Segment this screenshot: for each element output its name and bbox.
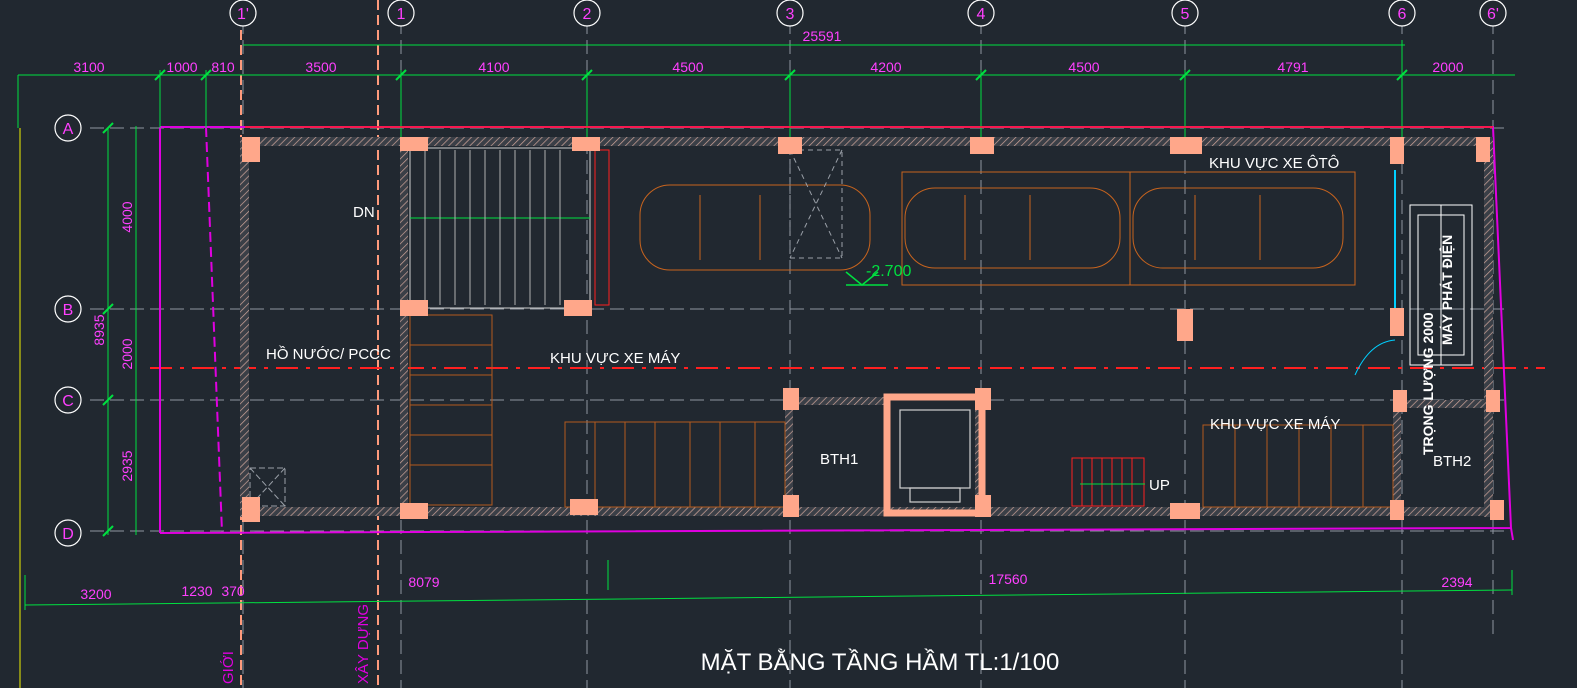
grid-label-col-6p: 6' <box>1487 6 1499 23</box>
grid-bubbles-left <box>54 114 82 547</box>
stair-up <box>1071 457 1145 507</box>
dim-top-2: 1000 <box>166 59 197 75</box>
dim-top-3: 810 <box>211 59 235 75</box>
grid-label-col-1: 1 <box>397 6 406 23</box>
dim-bottom-6: 2394 <box>1441 574 1472 590</box>
grid-label-col-1p: 1' <box>237 6 249 23</box>
dim-top-total: 25591 <box>803 28 842 44</box>
stair-down <box>409 147 610 309</box>
label-up: UP <box>1149 477 1170 494</box>
dim-bottom-4: 8079 <box>408 574 439 590</box>
grid-bubbles-top <box>229 0 1507 27</box>
grid-label-row-a: A <box>63 121 74 138</box>
label-equipment: TRỌNG LƯỢNG 2000 <box>1420 312 1436 455</box>
setback-lines <box>240 0 379 688</box>
elevator <box>883 393 986 517</box>
dim-top-10: 2000 <box>1432 59 1463 75</box>
grid-label-row-c: C <box>62 393 74 410</box>
grid-label-col-6: 6 <box>1398 6 1407 23</box>
dim-left-2: 2000 <box>119 338 135 369</box>
label-wc1: BTH1 <box>820 451 858 468</box>
label-down: DN <box>353 204 375 221</box>
label-moto-area-1: KHU VỰC XE MÁY <box>550 350 680 367</box>
dim-top-1: 3100 <box>73 59 104 75</box>
motorbike-slots <box>409 314 1394 508</box>
dim-bottom-2: 1230 <box>181 583 212 599</box>
label-moto-area-2: KHU VỰC XE MÁY <box>1210 416 1340 433</box>
dim-left-1: 4000 <box>119 201 135 232</box>
floor-plan-drawing: 1' 1 2 3 4 5 6 6' A B C D 25591 3100 100… <box>17 0 1545 688</box>
drawing-title: MẶT BẰNG TẦNG HẦM TL:1/100 <box>701 648 1060 676</box>
label-wc2: BTH2 <box>1433 453 1471 470</box>
label-level: -2.700 <box>866 263 911 280</box>
grid-label-col-3: 3 <box>786 6 795 23</box>
dim-top-5: 4100 <box>478 59 509 75</box>
label-equipment-2: MÁY PHÁT ĐIỆN <box>1438 235 1455 345</box>
dim-top-4: 3500 <box>305 59 336 75</box>
structural-columns <box>242 137 1504 522</box>
dim-left-3: 2935 <box>119 450 135 481</box>
grid-label-row-d: D <box>62 526 74 543</box>
grid-lines <box>90 0 1510 688</box>
dim-bottom-1: 3200 <box>80 586 111 602</box>
basement-walls <box>240 126 1500 517</box>
dim-bottom-3: 370 <box>221 583 245 599</box>
label-water-tank: HỒ NƯỚC/ PCCC <box>266 345 391 363</box>
dim-top-6: 4500 <box>672 59 703 75</box>
label-side-2: XÂY DỰNG <box>355 604 372 684</box>
grid-label-col-2: 2 <box>583 6 592 23</box>
grid-label-row-b: B <box>63 302 74 319</box>
dim-top-7: 4200 <box>870 59 901 75</box>
grid-label-col-4: 4 <box>977 6 986 23</box>
dim-top-8: 4500 <box>1068 59 1099 75</box>
label-car-area: KHU VỰC XE ÔTÔ <box>1209 155 1339 172</box>
grid-label-col-5: 5 <box>1181 6 1190 23</box>
dim-left-total: 8935 <box>91 314 107 345</box>
label-side-1: GIỚI <box>220 651 237 684</box>
dim-bottom-5: 17560 <box>989 571 1028 587</box>
dim-top-9: 4791 <box>1277 59 1308 75</box>
site-boundary <box>159 126 1514 541</box>
